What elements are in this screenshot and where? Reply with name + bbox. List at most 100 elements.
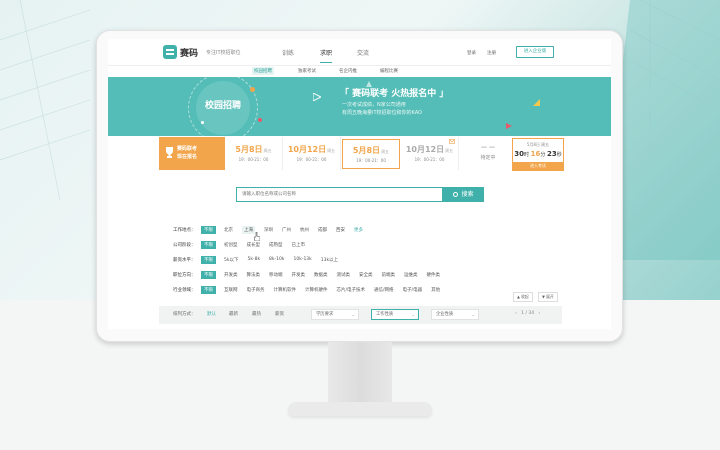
exam-date: 10月12日 (287, 145, 327, 154)
filter-more-link[interactable]: 更多 (354, 227, 363, 233)
filter-label: 薪资水平： (173, 257, 196, 263)
banner[interactable]: 校园招聘 「 赛码联考 火热报名中 」 一次考试成绩，N家公司通用 有周五晚海量… (108, 77, 611, 136)
filter-label: 公司阶段： (173, 242, 196, 248)
filter-option[interactable]: 5k以下 (224, 257, 238, 263)
register-link[interactable]: 注册 (487, 50, 496, 56)
filter-option[interactable]: 8k-10k (269, 257, 284, 262)
filter-option[interactable]: 不限 (201, 225, 216, 234)
filter-option[interactable]: 不限 (201, 240, 216, 249)
prev-page-button[interactable]: ‹ (515, 311, 517, 316)
search-box (236, 187, 443, 202)
tab-coding-contest[interactable]: 编程比赛 (378, 67, 400, 75)
filter-option[interactable]: 开发类 (224, 272, 238, 278)
filter-option[interactable]: 开发类 (292, 272, 306, 278)
search-input[interactable] (237, 188, 442, 201)
job-type-select[interactable]: 工作性质 ⌄ (371, 309, 419, 320)
filter-option[interactable]: 不限 (201, 270, 216, 279)
tab-exclusive-exam[interactable]: 独家考试 (296, 67, 318, 75)
nav-training[interactable]: 训练 (282, 48, 294, 57)
filter-label: 职位方向： (173, 272, 196, 278)
filter-option[interactable]: 初创型 (224, 242, 238, 248)
signup-card[interactable]: 赛码联考 现在报名 (159, 137, 225, 170)
filter-option[interactable]: 电子/电器 (403, 287, 423, 293)
nav-jobs[interactable]: 求职 (320, 48, 333, 63)
filter-option[interactable]: 成都 (318, 227, 327, 233)
filter-option[interactable]: 已上市 (292, 242, 306, 248)
filter-option[interactable]: 深圳 (264, 227, 273, 233)
exam-weekday: 周五 (445, 148, 454, 153)
exam-date: — — (480, 144, 496, 151)
exam-weekday: 周五 (263, 148, 272, 153)
filter-option[interactable]: 北京 (224, 227, 233, 233)
filter-option[interactable]: 成长型 (247, 242, 261, 248)
sort-latest[interactable]: 最新 (229, 311, 238, 317)
sort-default[interactable]: 默认 (207, 311, 216, 317)
filter-option[interactable]: 其他 (431, 287, 440, 293)
exam-date-card[interactable]: 10月12日周五 19：00-21：00 (283, 137, 341, 170)
nav-community[interactable]: 交流 (357, 48, 369, 57)
filter-option[interactable]: 不限 (201, 255, 216, 264)
next-page-button[interactable]: › (538, 311, 540, 316)
countdown-date: 5月8日 周五 (526, 142, 550, 147)
select-value: 企业性质 (436, 312, 454, 317)
filter-option[interactable]: 西安 (336, 227, 345, 233)
search-icon (453, 192, 459, 197)
filter-option[interactable]: 移动端 (269, 272, 283, 278)
filter-option[interactable]: 前端类 (382, 272, 396, 278)
screen: 赛码 专注IT校招职位 训练 求职 交流 登录 注册 进入企业版 校园招聘 独家… (108, 39, 611, 329)
select-value: 学历要求 (316, 312, 334, 317)
banner-title: 校园招聘 (205, 101, 242, 111)
exam-time: 19：00-21：00 (356, 158, 386, 163)
filter-option[interactable]: 算法类 (247, 272, 261, 278)
filter-option[interactable]: 测试类 (337, 272, 351, 278)
page-separator: / (525, 311, 527, 316)
exam-date-card-selected[interactable]: 5月8日周五 19：00-21：00 (342, 139, 400, 169)
filter-option[interactable]: 互联网 (224, 287, 238, 293)
filter-option[interactable]: 不限 (201, 285, 216, 294)
filter-option[interactable]: 芯片/电子技术 (337, 287, 366, 293)
exam-date-card[interactable]: 10月12日周五 19：00-21：00 (401, 137, 459, 170)
exam-date-card-pending[interactable]: — — 待定中 (459, 137, 517, 170)
logo-text: 赛码 (180, 48, 199, 59)
triangle-icon (313, 93, 321, 101)
exam-date-card[interactable]: 5月8日周五 19：00-21：00 (225, 137, 283, 170)
expand-button[interactable]: ▼ 展开 (538, 292, 558, 302)
exam-weekday: 周五 (381, 149, 390, 154)
tab-referral[interactable]: 名企内推 (337, 67, 359, 75)
filter-label: 工作地点： (173, 227, 196, 233)
filter-option[interactable]: 通信/网络 (374, 287, 394, 293)
filter-row-industry: 行业领域： 不限 互联网 电子商务 计算机软件 计算机硬件 芯片/电子技术 通信… (173, 285, 449, 294)
education-select[interactable]: 学历要求 ⌄ (311, 309, 359, 320)
banner-line-2: 有周五晚海量IT校招职位和你的KAO (342, 110, 422, 116)
filter-option[interactable]: 数据类 (314, 272, 328, 278)
collapse-button[interactable]: ▲ 收起 (513, 292, 533, 302)
filter-option[interactable]: 13k以上 (321, 257, 338, 263)
exam-date: 5月8日 (352, 146, 381, 155)
login-link[interactable]: 登录 (467, 50, 476, 56)
filter-row-location: 工作地点： 不限 北京 上海 深圳 广州 杭州 成都 西安 更多 (173, 225, 372, 234)
company-type-select[interactable]: 企业性质 ⌄ (431, 309, 479, 320)
filter-option[interactable]: 杭州 (300, 227, 309, 233)
tab-campus-recruit[interactable]: 校园招聘 (252, 67, 274, 75)
countdown-mins: 23 (546, 150, 557, 158)
filter-option[interactable]: 广州 (282, 227, 291, 233)
enter-exam-button[interactable]: 进入考试 (513, 162, 563, 170)
filter-option[interactable]: 计算机软件 (274, 287, 297, 293)
filter-option[interactable]: 硬件类 (427, 272, 441, 278)
filter-option[interactable]: 计算机硬件 (305, 287, 328, 293)
filter-option[interactable]: 10k-13k (293, 257, 311, 262)
logo[interactable]: 赛码 (163, 45, 198, 59)
search-button[interactable]: 搜索 (443, 187, 484, 202)
chevron-down-icon: ⌄ (471, 312, 475, 317)
triangle-icon (506, 123, 512, 129)
filter-option[interactable]: 安全类 (359, 272, 373, 278)
filter-option[interactable]: 5k-8k (247, 257, 260, 262)
countdown-unit: 时 (524, 152, 530, 158)
select-value: 工作性质 (376, 312, 394, 317)
enterprise-button[interactable]: 进入企业版 (516, 46, 554, 58)
sort-salary[interactable]: 薪资 (275, 311, 284, 317)
filter-option[interactable]: 电子商务 (247, 287, 265, 293)
filter-option[interactable]: 成熟型 (269, 242, 283, 248)
sort-hottest[interactable]: 最热 (252, 311, 261, 317)
filter-option[interactable]: 运维类 (404, 272, 418, 278)
